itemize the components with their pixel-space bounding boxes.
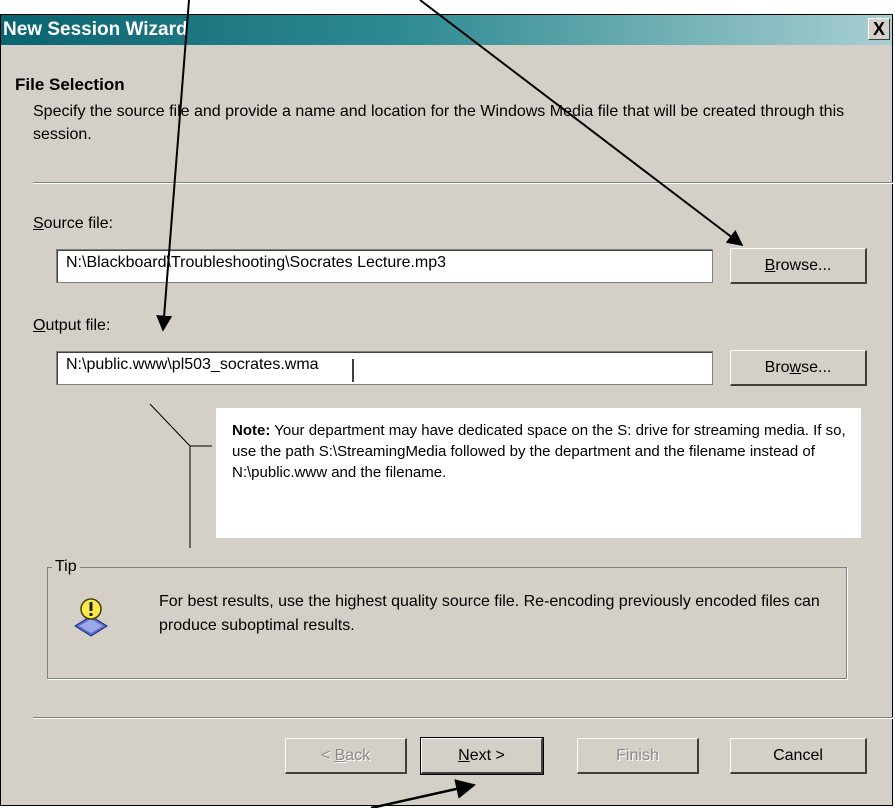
page-title: File Selection	[15, 75, 125, 94]
output-file-input[interactable]: N:\public.www\pl503_socrates.wma	[56, 351, 713, 385]
source-file-label: Source file:	[33, 215, 114, 232]
header-divider	[33, 182, 893, 184]
output-file-label: Output file:	[33, 317, 111, 334]
tip-legend: Tip	[52, 558, 80, 576]
page-description: Specify the source file and provide a na…	[33, 103, 845, 143]
lightbulb-icon	[74, 598, 108, 637]
title-bar[interactable]: New Session Wizard X	[1, 15, 892, 45]
window-title: New Session Wizard	[3, 19, 188, 40]
note-callout: Note: Your department may have dedicated…	[216, 408, 861, 538]
finish-button[interactable]: Finish	[577, 738, 699, 774]
output-browse-button[interactable]: Browse...	[730, 350, 867, 386]
note-text: Note: Your department may have dedicated…	[232, 422, 846, 481]
footer-divider	[33, 717, 893, 719]
tip-groupbox: Tip For best results, use the highest qu…	[47, 558, 847, 679]
close-icon[interactable]: X	[868, 18, 890, 40]
source-file-input[interactable]: N:\Blackboard\Troubleshooting\Socrates L…	[56, 249, 713, 283]
cancel-button[interactable]: Cancel	[730, 738, 867, 774]
wizard-header: File Selection Specify the source file a…	[1, 45, 892, 175]
next-button[interactable]: Next >	[420, 737, 544, 775]
source-browse-button[interactable]: Browse...	[730, 248, 867, 284]
back-button[interactable]: < Back	[285, 738, 407, 774]
tip-text: For best results, use the highest qualit…	[159, 593, 820, 634]
